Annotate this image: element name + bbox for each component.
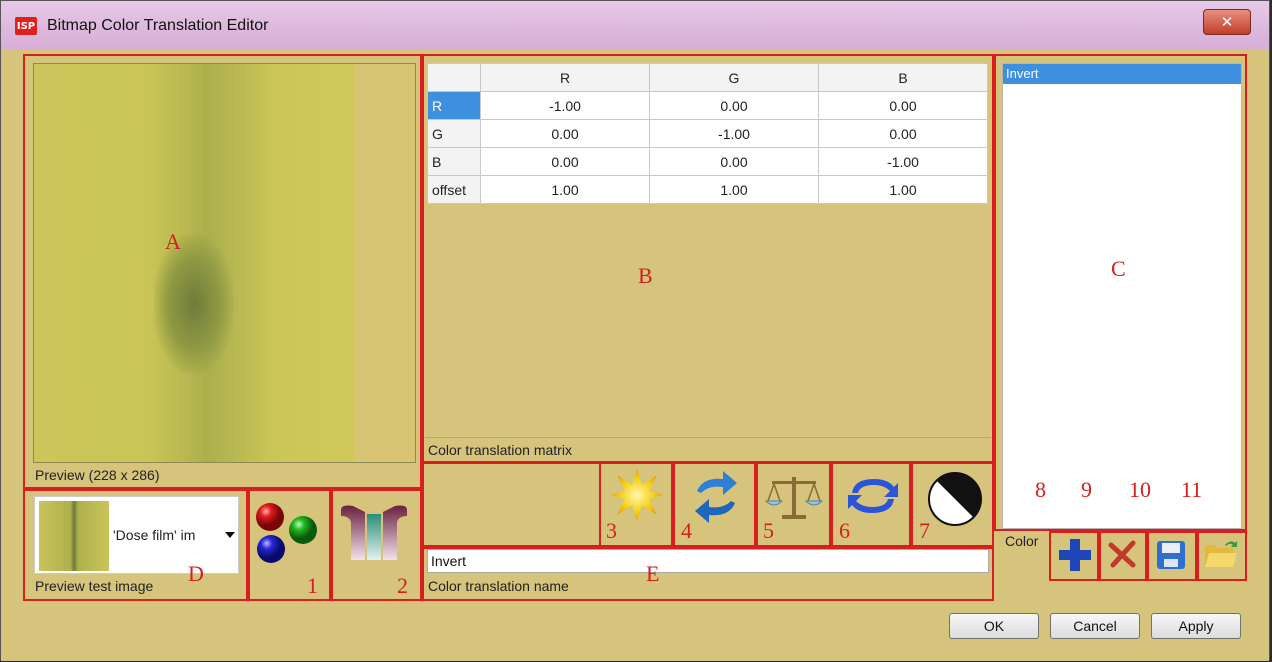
- matrix-corner-cell: [427, 63, 481, 92]
- annotation-number-8: 8: [1035, 477, 1046, 502]
- annotation-number-7: 7: [919, 518, 930, 543]
- dialog-window: ISP Bitmap Color Translation Editor ✕ A …: [0, 0, 1270, 661]
- curve-icon[interactable]: [339, 502, 409, 564]
- translation-name-input[interactable]: Invert: [427, 549, 989, 573]
- preview-label: Preview (228 x 286): [35, 467, 160, 483]
- test-image-label: Preview test image: [35, 578, 154, 594]
- matrix-cell[interactable]: 1.00: [480, 175, 650, 204]
- swap-arrows-icon[interactable]: [689, 469, 743, 525]
- delete-icon[interactable]: [1107, 539, 1137, 569]
- color-label: Color: [1005, 533, 1039, 549]
- translation-list[interactable]: Invert: [1002, 63, 1242, 529]
- annotation-number-2: 2: [397, 573, 408, 598]
- annotation-number-11: 11: [1181, 477, 1203, 502]
- annotation-number-1: 1: [307, 573, 318, 598]
- matrix-column-header-r: R: [480, 63, 650, 92]
- annotation-number-4: 4: [681, 518, 692, 543]
- matrix-row-b: B 0.00 0.00 -1.00: [427, 147, 988, 176]
- title-bar: ISP Bitmap Color Translation Editor ✕: [1, 1, 1269, 50]
- matrix-cell[interactable]: 0.00: [480, 119, 650, 148]
- annotation-number-3: 3: [606, 518, 617, 543]
- matrix-row-r: R -1.00 0.00 0.00: [427, 91, 988, 120]
- annotation-letter-a: A: [165, 229, 181, 254]
- matrix-row-header[interactable]: R: [427, 91, 481, 120]
- cancel-button[interactable]: Cancel: [1050, 613, 1140, 639]
- matrix-cell[interactable]: 0.00: [649, 147, 819, 176]
- annotation-number-5: 5: [763, 518, 774, 543]
- test-image-dropdown[interactable]: 'Dose film' im: [34, 496, 239, 574]
- matrix-cell[interactable]: 1.00: [649, 175, 819, 204]
- matrix-cell[interactable]: -1.00: [649, 119, 819, 148]
- matrix-row-offset: offset 1.00 1.00 1.00: [427, 175, 988, 204]
- matrix-cell[interactable]: -1.00: [818, 147, 988, 176]
- annotation-number-6: 6: [839, 518, 850, 543]
- save-icon[interactable]: [1155, 539, 1187, 571]
- matrix-cell[interactable]: -1.00: [480, 91, 650, 120]
- annotation-number-10: 10: [1129, 477, 1151, 502]
- folder-open-icon[interactable]: [1203, 537, 1239, 571]
- matrix-row-header[interactable]: G: [427, 119, 481, 148]
- preview-dose-spot: [154, 234, 234, 374]
- divider: [425, 437, 991, 438]
- matrix-cell[interactable]: 0.00: [818, 119, 988, 148]
- apply-button[interactable]: Apply: [1151, 613, 1241, 639]
- close-button[interactable]: ✕: [1203, 9, 1251, 35]
- balance-scale-icon[interactable]: [764, 471, 824, 521]
- annotation-letter-b: B: [638, 263, 653, 288]
- contrast-icon[interactable]: [925, 471, 985, 527]
- annotation-number-9: 9: [1081, 477, 1092, 502]
- translation-name-label: Color translation name: [428, 578, 569, 594]
- app-icon: ISP: [15, 17, 37, 35]
- rotate-arrows-icon[interactable]: [844, 471, 902, 521]
- color-matrix-grid[interactable]: R G B R -1.00 0.00 0.00 G 0.00 -1.00 0.0…: [427, 63, 988, 204]
- ok-button[interactable]: OK: [949, 613, 1039, 639]
- list-item[interactable]: Invert: [1003, 64, 1241, 84]
- matrix-cell[interactable]: 0.00: [649, 91, 819, 120]
- matrix-row-g: G 0.00 -1.00 0.00: [427, 119, 988, 148]
- matrix-cell[interactable]: 1.00: [818, 175, 988, 204]
- matrix-row-header[interactable]: B: [427, 147, 481, 176]
- matrix-column-header-g: G: [649, 63, 819, 92]
- test-image-thumbnail: [39, 501, 109, 571]
- annotation-letter-d: D: [188, 561, 204, 586]
- matrix-caption: Color translation matrix: [428, 442, 572, 458]
- matrix-row-header[interactable]: offset: [427, 175, 481, 204]
- chevron-down-icon[interactable]: [225, 532, 235, 538]
- annotation-letter-e: E: [646, 561, 660, 586]
- plus-icon[interactable]: [1057, 537, 1093, 573]
- test-image-selected: 'Dose film' im: [113, 527, 196, 543]
- matrix-cell[interactable]: 0.00: [818, 91, 988, 120]
- annotation-letter-c: C: [1111, 256, 1126, 281]
- window-title: Bitmap Color Translation Editor: [47, 17, 269, 34]
- matrix-cell[interactable]: 0.00: [480, 147, 650, 176]
- rgb-balls-icon[interactable]: [253, 500, 323, 570]
- starburst-icon[interactable]: [609, 467, 665, 523]
- matrix-column-header-b: B: [818, 63, 988, 92]
- preview-image: [33, 63, 416, 463]
